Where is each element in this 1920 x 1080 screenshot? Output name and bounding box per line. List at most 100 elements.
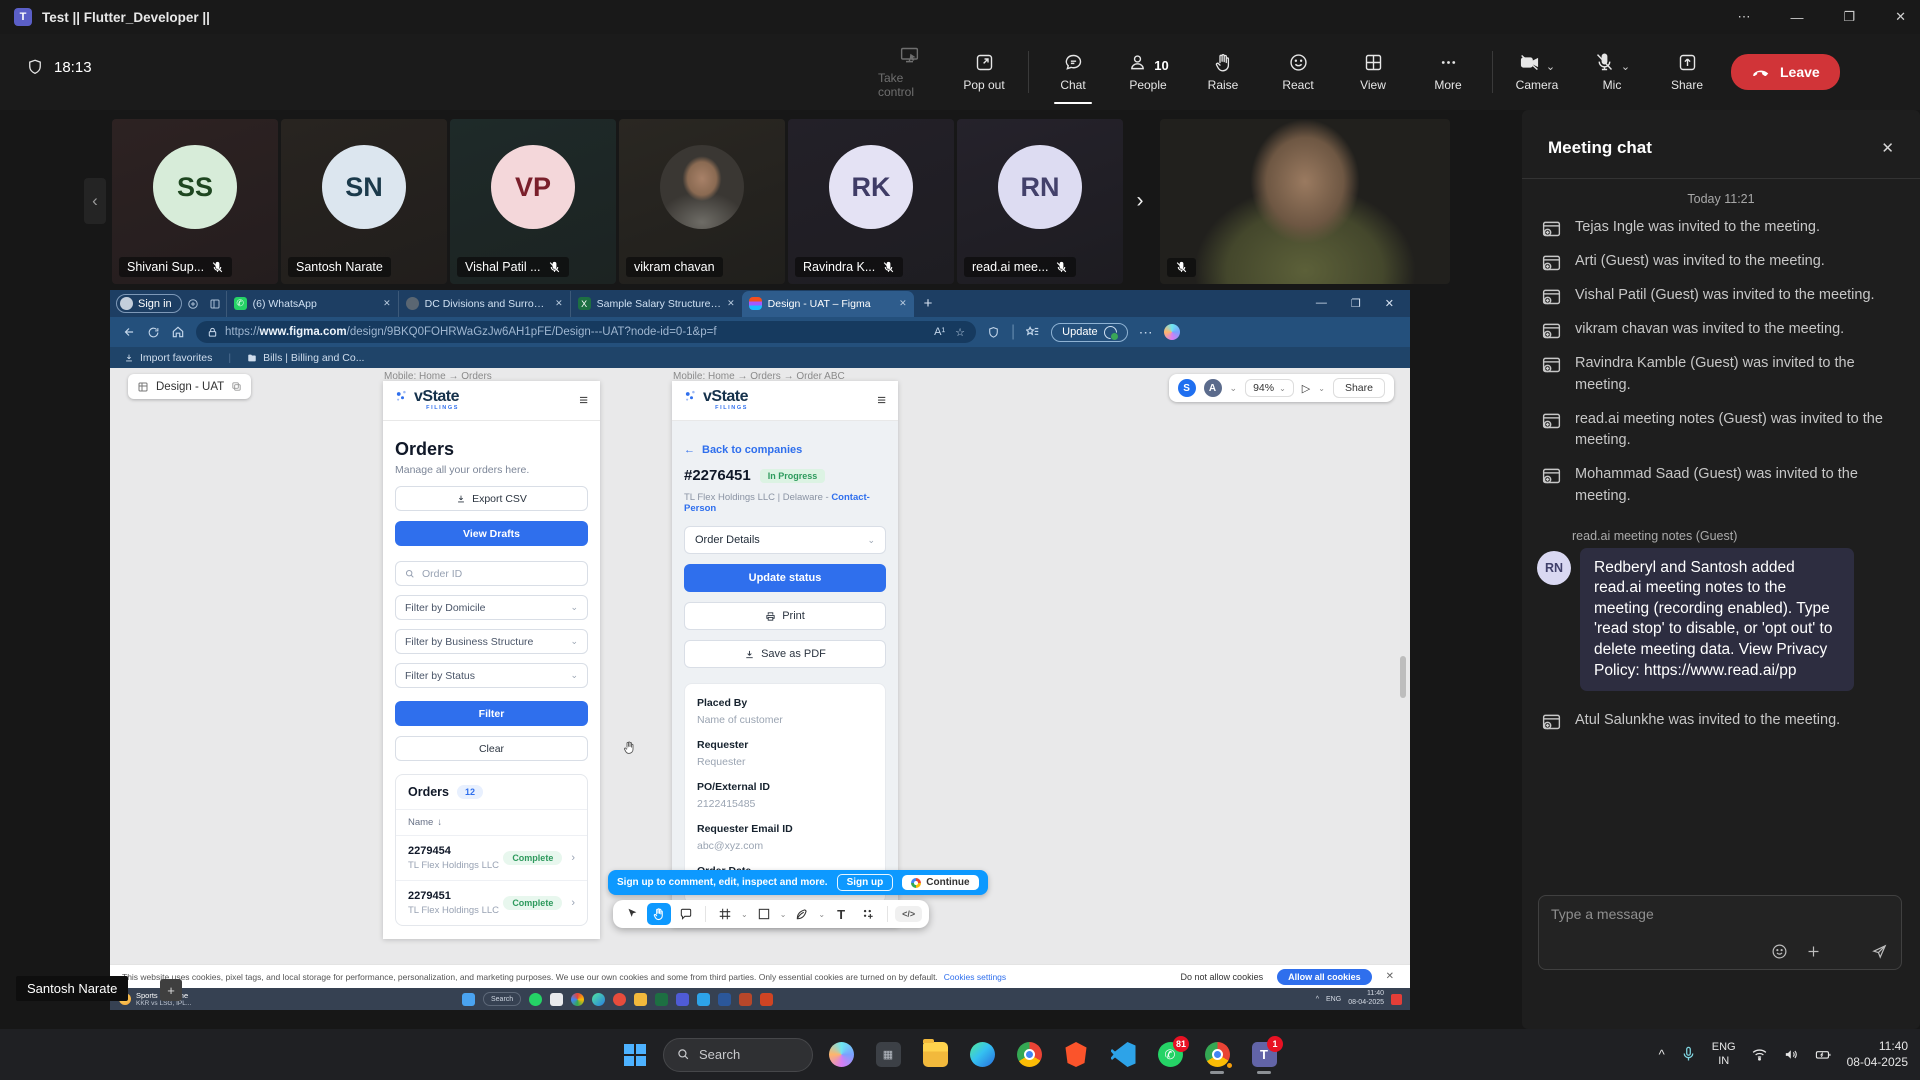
copilot-icon[interactable]: [1164, 324, 1180, 340]
start-button[interactable]: [616, 1035, 654, 1075]
participant-tile[interactable]: SN Santosh Narate: [281, 119, 447, 284]
pop-out-button[interactable]: Pop out: [953, 52, 1015, 92]
chat-close-icon[interactable]: ✕: [1881, 139, 1894, 157]
chrome-icon[interactable]: [1010, 1035, 1048, 1075]
filter-status-select[interactable]: Filter by Status ⌄: [395, 663, 588, 688]
browser-tab[interactable]: ✆ (6) WhatsApp ✕: [226, 291, 398, 317]
export-csv-button[interactable]: Export CSV: [395, 486, 588, 511]
react-button[interactable]: React: [1267, 52, 1329, 92]
app-icon[interactable]: ▦: [869, 1035, 907, 1075]
mic-button[interactable]: ⌄ Mic: [1581, 52, 1643, 92]
mini-caret-icon[interactable]: ^: [1316, 996, 1319, 1003]
language-indicator[interactable]: ENGIN: [1712, 1041, 1736, 1067]
import-favorites-button[interactable]: Import favorites: [124, 352, 212, 364]
chevron-down-icon[interactable]: ⌄: [818, 910, 825, 919]
browser-signin-button[interactable]: Sign in: [116, 294, 182, 313]
collaborator-avatar[interactable]: S: [1178, 379, 1196, 397]
allow-cookies-button[interactable]: Allow all cookies: [1277, 969, 1372, 985]
filter-business-structure-select[interactable]: Filter by Business Structure ⌄: [395, 629, 588, 654]
wifi-icon[interactable]: [1751, 1046, 1768, 1063]
chevron-down-icon[interactable]: ⌄: [780, 910, 787, 919]
mini-app-icon[interactable]: [697, 993, 710, 1006]
favorite-star-icon[interactable]: ☆: [955, 326, 965, 339]
chevron-down-icon[interactable]: ⌄: [741, 910, 748, 919]
participant-tile[interactable]: SS Shivani Sup...: [112, 119, 278, 284]
favorites-folder-bills[interactable]: Bills | Billing and Co...: [247, 352, 364, 364]
browser-tab-active[interactable]: Design - UAT – Figma ✕: [742, 291, 914, 317]
vscode-icon[interactable]: [1104, 1035, 1142, 1075]
emoji-icon[interactable]: [1771, 943, 1788, 960]
mini-app-icon[interactable]: [718, 993, 731, 1006]
copy-link-icon[interactable]: [231, 381, 242, 392]
clear-button[interactable]: Clear: [395, 736, 588, 761]
chat-button[interactable]: Chat: [1042, 52, 1104, 92]
people-button[interactable]: 10 People: [1117, 52, 1179, 92]
shape-tool-icon[interactable]: [752, 903, 776, 925]
carousel-next-button[interactable]: ›: [1128, 178, 1152, 224]
mini-app-icon[interactable]: [634, 993, 647, 1006]
new-tab-button[interactable]: +: [924, 295, 933, 312]
workspaces-icon[interactable]: [187, 298, 199, 310]
cookie-close-icon[interactable]: ✕: [1386, 971, 1394, 982]
more-button[interactable]: More: [1417, 52, 1479, 92]
hamburger-icon[interactable]: ≡: [877, 392, 886, 409]
column-header-name[interactable]: Name ↓: [396, 809, 587, 835]
participant-tile[interactable]: RN read.ai mee...: [957, 119, 1123, 284]
edge-icon[interactable]: [963, 1035, 1001, 1075]
message-bubble[interactable]: Redberyl and Santosh added read.ai meeti…: [1580, 548, 1854, 692]
mini-app-icon[interactable]: [550, 993, 563, 1006]
participant-tile-spotlight[interactable]: [1160, 119, 1450, 284]
browser-tab[interactable]: DC Divisions and Surroundings ✕: [398, 291, 570, 317]
filter-button[interactable]: Filter: [395, 701, 588, 726]
move-tool-icon[interactable]: [620, 903, 644, 925]
share-overlay-plus-button[interactable]: +: [160, 979, 182, 1001]
browser-minimize-icon[interactable]: —: [1316, 297, 1327, 310]
copilot-icon[interactable]: [822, 1035, 860, 1075]
titlebar-more-icon[interactable]: ⋯: [1737, 9, 1750, 25]
resources-tool-icon[interactable]: [856, 903, 880, 925]
view-button[interactable]: View: [1342, 52, 1404, 92]
tray-expand-icon[interactable]: ^: [1659, 1047, 1665, 1062]
browser-menu-icon[interactable]: ⋯: [1139, 324, 1153, 341]
zoom-selector[interactable]: 94% ⌄: [1245, 379, 1294, 397]
home-icon[interactable]: [171, 325, 185, 339]
participant-tile[interactable]: VP Vishal Patil ...: [450, 119, 616, 284]
design-frame-order-detail[interactable]: vStateFILINGS ≡ ← Back to companies #227…: [672, 381, 898, 927]
comment-tool-icon[interactable]: [674, 903, 698, 925]
mini-app-icon[interactable]: [676, 993, 689, 1006]
file-explorer-icon[interactable]: [916, 1035, 954, 1075]
frame-tool-icon[interactable]: [713, 903, 737, 925]
brave-icon[interactable]: [1057, 1035, 1095, 1075]
order-id-search-input[interactable]: Order ID: [395, 561, 588, 586]
close-icon[interactable]: ✕: [1895, 9, 1906, 25]
taskbar-search[interactable]: Search: [663, 1038, 813, 1072]
send-icon[interactable]: [1871, 943, 1888, 960]
mini-app-icon[interactable]: [760, 993, 773, 1006]
figma-file-pill[interactable]: Design - UAT: [128, 374, 251, 399]
tab-close-icon[interactable]: ✕: [727, 298, 735, 309]
order-row[interactable]: 2279451TL Flex Holdings LLC Complete ›: [396, 880, 587, 925]
teams-icon[interactable]: T 1: [1245, 1035, 1283, 1075]
chrome-profile-icon[interactable]: [1198, 1035, 1236, 1075]
address-bar[interactable]: https://www.figma.com/design/9BKQ0FOHRWa…: [196, 321, 976, 343]
figma-canvas[interactable]: Design - UAT S A ⌄ 94% ⌄ ▷ ⌄ Share Mobil…: [110, 368, 1410, 964]
avatars-chevron-icon[interactable]: ⌄: [1230, 383, 1238, 394]
hand-tool-icon[interactable]: [647, 903, 671, 925]
browser-tab[interactable]: X Sample Salary Structure with calc ✕: [570, 291, 742, 317]
cookie-settings-link[interactable]: Cookies settings: [944, 972, 1006, 982]
pen-tool-icon[interactable]: [790, 903, 814, 925]
figma-share-button[interactable]: Share: [1333, 378, 1385, 398]
restore-icon[interactable]: ❐: [1843, 9, 1855, 25]
mini-app-icon[interactable]: [613, 993, 626, 1006]
camera-button[interactable]: ⌄ Camera: [1506, 52, 1568, 92]
browser-update-button[interactable]: Update: [1051, 323, 1127, 342]
mini-language[interactable]: ENG: [1326, 996, 1341, 1003]
mini-app-icon[interactable]: [592, 993, 605, 1006]
refresh-icon[interactable]: [147, 326, 160, 339]
order-row[interactable]: 2279454TL Flex Holdings LLC Complete ›: [396, 835, 587, 880]
view-drafts-button[interactable]: View Drafts: [395, 521, 588, 546]
favorites-bar-icon[interactable]: [1026, 325, 1040, 339]
collaborator-avatar[interactable]: A: [1204, 379, 1222, 397]
battery-icon[interactable]: [1815, 1046, 1832, 1063]
google-continue-button[interactable]: Continue: [902, 875, 978, 890]
